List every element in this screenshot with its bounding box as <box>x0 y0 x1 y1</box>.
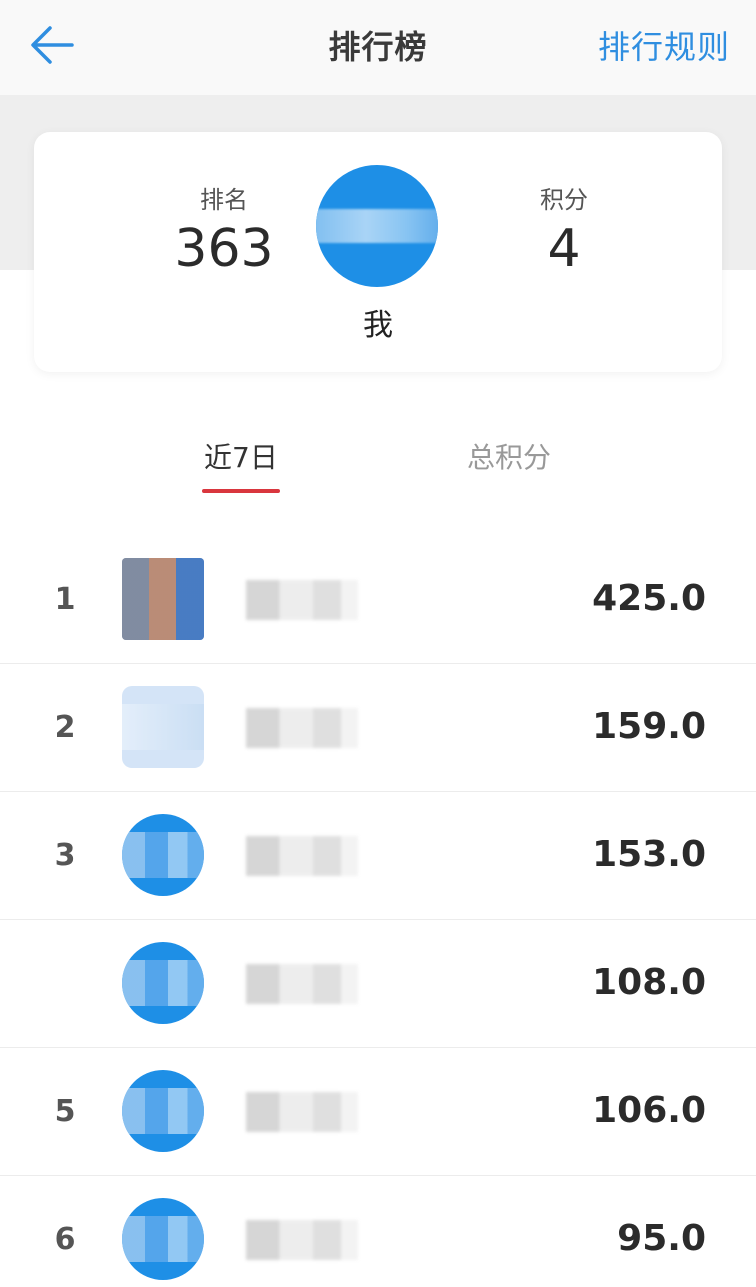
avatar <box>122 1198 204 1280</box>
row-rank: 3 <box>54 838 76 873</box>
my-avatar[interactable] <box>316 165 438 287</box>
row-score: 106.0 <box>592 1090 706 1131</box>
row-rank: 5 <box>54 1094 76 1129</box>
avatar <box>122 1070 204 1152</box>
row-score: 159.0 <box>592 706 706 747</box>
active-tab-indicator <box>202 489 280 493</box>
avatar-blurred-text <box>316 209 438 243</box>
my-score-stat: 积分 4 <box>464 180 664 279</box>
rank-value: 363 <box>174 219 274 279</box>
row-score: 108.0 <box>592 962 706 1003</box>
leaderboard-row[interactable]: 5 106.0 <box>0 1048 756 1176</box>
blurred-username <box>246 964 358 1004</box>
avatar <box>122 942 204 1024</box>
tab-total-score[interactable]: 总积分 <box>467 436 551 476</box>
blurred-username <box>246 1092 358 1132</box>
leaderboard-row[interactable]: 2 159.0 <box>0 664 756 792</box>
my-rank-stat: 排名 363 <box>124 180 324 279</box>
blurred-username <box>246 580 358 620</box>
avatar <box>122 558 204 640</box>
top-bar: 排行榜 排行规则 <box>0 0 756 95</box>
leaderboard-row[interactable]: 3 153.0 <box>0 792 756 920</box>
leaderboard-row[interactable]: 108.0 <box>0 920 756 1048</box>
avatar <box>122 814 204 896</box>
row-score: 153.0 <box>592 834 706 875</box>
leaderboard-list: 1 425.0 2 159.0 3 153.0 108.0 5 106.0 6 … <box>0 536 756 1287</box>
blurred-username <box>246 836 358 876</box>
score-label: 积分 <box>540 186 588 214</box>
leaderboard-row[interactable]: 1 425.0 <box>0 536 756 664</box>
rank-label: 排名 <box>200 186 248 214</box>
blurred-username <box>246 1220 358 1260</box>
tab-last-7-days[interactable]: 近7日 <box>204 436 278 476</box>
row-rank: 1 <box>54 582 76 617</box>
ranking-rules-link[interactable]: 排行规则 <box>598 22 730 68</box>
row-score: 95.0 <box>617 1218 706 1259</box>
row-score: 425.0 <box>592 578 706 619</box>
score-value: 4 <box>547 219 581 279</box>
row-rank: 2 <box>54 710 76 745</box>
blurred-username <box>246 708 358 748</box>
row-rank: 6 <box>54 1222 76 1257</box>
my-name: 我 <box>363 308 393 343</box>
leaderboard-row[interactable]: 6 95.0 <box>0 1176 756 1287</box>
avatar <box>122 686 204 768</box>
